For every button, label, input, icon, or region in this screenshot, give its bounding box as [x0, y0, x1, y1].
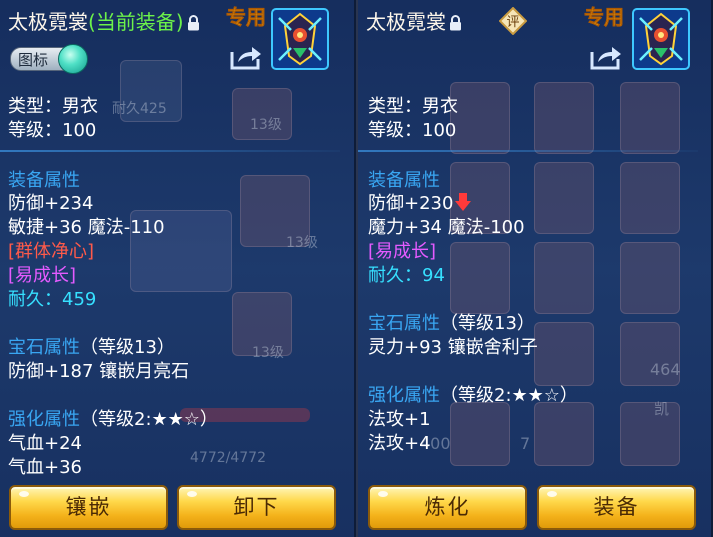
- compare-item-panel: 464 400 7 凯 太极霓裳 评 专用 类型：男衣 等级：100 装备属性 …: [358, 0, 713, 537]
- item-title: 太极霓裳(当前装备): [8, 6, 200, 36]
- special-effect: [群体净心]: [8, 241, 95, 262]
- item-name: 太极霓裳: [8, 10, 88, 34]
- bg-grade-label: 13级: [250, 117, 282, 133]
- bg-inventory-slot: [534, 242, 594, 314]
- bg-number: 7: [520, 434, 531, 453]
- growth-tag: [易成长]: [8, 265, 77, 286]
- icon-toggle-label: 图标: [18, 51, 49, 69]
- divider: [358, 150, 698, 152]
- attr-line: 敏捷+36 魔法-110: [8, 217, 165, 238]
- attr-line: 防御+234: [8, 193, 94, 214]
- refine-button-label: 炼化: [424, 495, 471, 519]
- item-level: 等级：100: [368, 120, 457, 141]
- durability-value: 459: [62, 289, 97, 310]
- unequip-button[interactable]: 卸下: [177, 485, 336, 530]
- refine-button[interactable]: 炼化: [368, 485, 527, 530]
- exclusive-label: 专用: [226, 5, 267, 30]
- lock-icon: [187, 12, 200, 36]
- icon-toggle-knob: [58, 44, 88, 74]
- bg-durability-text: 耐久425: [112, 101, 167, 117]
- enhance-attr: 气血+24: [8, 433, 82, 454]
- bg-inventory-slot: [534, 322, 594, 386]
- item-type: 类型：男衣: [368, 96, 458, 117]
- item-level: 等级：100: [8, 120, 97, 141]
- item-name: 太极霓裳: [366, 10, 446, 34]
- bg-inventory-slot: [534, 162, 594, 234]
- equip-button[interactable]: 装备: [537, 485, 696, 530]
- gem-level: （等级13）: [80, 337, 175, 358]
- enhance-attr: 气血+36: [8, 457, 82, 478]
- bg-inventory-slot: [534, 402, 594, 466]
- bg-grade-label: 13级: [252, 345, 284, 361]
- enhance-attr-heading-row: 强化属性（等级2:★★☆）: [368, 381, 578, 407]
- enhance-attr-heading-row: 强化属性（等级2:★★☆）: [8, 405, 218, 431]
- eval-badge-text: 评: [506, 15, 519, 30]
- inlay-button[interactable]: 镶嵌: [9, 485, 168, 530]
- exclusive-label: 专用: [584, 5, 625, 30]
- equipment-icon[interactable]: [632, 8, 690, 70]
- equip-button-label: 装备: [593, 495, 640, 519]
- bg-inventory-slot: [450, 402, 510, 466]
- enhance-attr-heading: 强化属性: [368, 385, 440, 406]
- bg-inventory-slot: [620, 242, 680, 314]
- bg-side-text: 凯: [654, 400, 670, 418]
- bg-inventory-slot: [620, 82, 680, 154]
- gem-attr-heading: 宝石属性: [368, 313, 440, 334]
- durability: 耐久：94: [368, 261, 445, 287]
- inlay-button-label: 镶嵌: [65, 495, 112, 519]
- gem-attr: 防御+187 镶嵌月亮石: [8, 361, 190, 382]
- bg-inventory-slot: [620, 402, 680, 466]
- current-equipped-tag: (当前装备): [88, 10, 184, 34]
- attr-line: 魔力+34 魔法-100: [368, 217, 525, 238]
- item-title: 太极霓裳: [366, 6, 462, 36]
- bg-inventory-slot: [534, 82, 594, 154]
- unequip-button-label: 卸下: [233, 495, 280, 519]
- gem-attr: 灵力+93 镶嵌舍利子: [368, 337, 538, 358]
- divider: [0, 150, 340, 152]
- item-type: 类型：男衣: [8, 96, 98, 117]
- bg-number: 464: [650, 360, 681, 379]
- gem-attr-heading: 宝石属性: [8, 337, 80, 358]
- share-icon[interactable]: [590, 44, 622, 70]
- bg-inventory-slot: [450, 82, 510, 154]
- bg-inventory-slot: [620, 162, 680, 234]
- enhance-attr: 法攻+4: [368, 433, 431, 454]
- durability: 耐久：459: [8, 285, 96, 311]
- icon-toggle[interactable]: 图标: [10, 44, 90, 74]
- growth-tag: [易成长]: [368, 241, 437, 262]
- eval-badge-icon[interactable]: 评: [498, 6, 528, 39]
- equipped-item-panel: 耐久425 13级 13级 13级 4772/4772 太极霓裳(当前装备) 专…: [0, 0, 356, 537]
- attr-line: 防御+230: [368, 193, 454, 214]
- equipment-icon[interactable]: [271, 8, 329, 70]
- share-icon[interactable]: [230, 44, 262, 70]
- enhance-level: （等级2:★★☆）: [80, 409, 218, 430]
- enhance-level: （等级2:★★☆）: [440, 385, 578, 406]
- enhance-attr: 法攻+1: [368, 409, 431, 430]
- bg-grade-label: 13级: [286, 235, 318, 251]
- bg-hp-text: 4772/4772: [190, 450, 266, 466]
- durability-label: 耐久：: [8, 289, 62, 310]
- enhance-attr-heading: 强化属性: [8, 409, 80, 430]
- durability-label: 耐久：: [368, 265, 422, 286]
- gem-attr-heading-row: 宝石属性（等级13）: [8, 333, 175, 359]
- gem-level: （等级13）: [440, 313, 535, 334]
- lock-icon: [449, 12, 462, 36]
- durability-value: 94: [422, 265, 445, 286]
- gem-attr-heading-row: 宝石属性（等级13）: [368, 309, 535, 335]
- bg-inventory-slot: [450, 242, 510, 314]
